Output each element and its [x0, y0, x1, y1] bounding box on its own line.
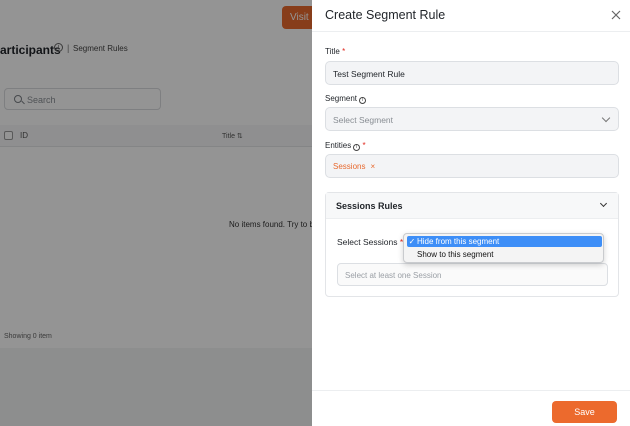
sessions-rules-header[interactable]: Sessions Rules — [326, 193, 618, 219]
title-field[interactable]: Test Segment Rule — [325, 61, 619, 85]
required-mark: * — [362, 141, 366, 150]
title-value: Test Segment Rule — [333, 69, 405, 79]
remove-chip-icon[interactable]: × — [370, 162, 375, 171]
info-icon: i — [359, 97, 367, 104]
drawer-title: Create Segment Rule — [325, 8, 446, 22]
segment-placeholder: Select Segment — [333, 115, 394, 125]
entities-label: Entities i * — [325, 141, 366, 151]
modal-overlay[interactable] — [0, 0, 312, 426]
session-placeholder: Select at least one Session — [345, 271, 442, 280]
dropdown-option-show[interactable]: Show to this segment — [407, 249, 602, 260]
entities-select[interactable]: Sessions × — [325, 154, 619, 178]
info-icon: i — [353, 144, 361, 151]
create-segment-rule-drawer: Create Segment Rule Title * Test Segment… — [312, 0, 630, 426]
segment-select[interactable]: Select Segment — [325, 107, 619, 131]
visibility-dropdown[interactable]: ✓ Hide from this segment Show to this seg… — [403, 233, 604, 263]
chevron-down-icon — [599, 199, 608, 208]
segment-label: Segment i — [325, 94, 367, 104]
session-select[interactable]: Select at least one Session — [337, 263, 608, 286]
drawer-footer: Save — [312, 390, 630, 426]
checkmark-icon: ✓ — [408, 237, 416, 246]
dropdown-option-hide[interactable]: ✓ Hide from this segment — [407, 236, 602, 247]
save-button[interactable]: Save — [552, 401, 617, 423]
chevron-down-icon — [601, 113, 611, 123]
select-sessions-label: Select Sessions * — [337, 237, 404, 247]
background-page: Visit l articipants i | Segment Rules Se… — [0, 0, 312, 426]
divider — [312, 31, 630, 32]
sessions-rules-title: Sessions Rules — [336, 201, 403, 211]
required-mark: * — [342, 47, 346, 56]
title-label: Title * — [325, 47, 346, 56]
close-icon[interactable] — [609, 8, 623, 22]
entity-chip: Sessions × — [333, 162, 376, 171]
